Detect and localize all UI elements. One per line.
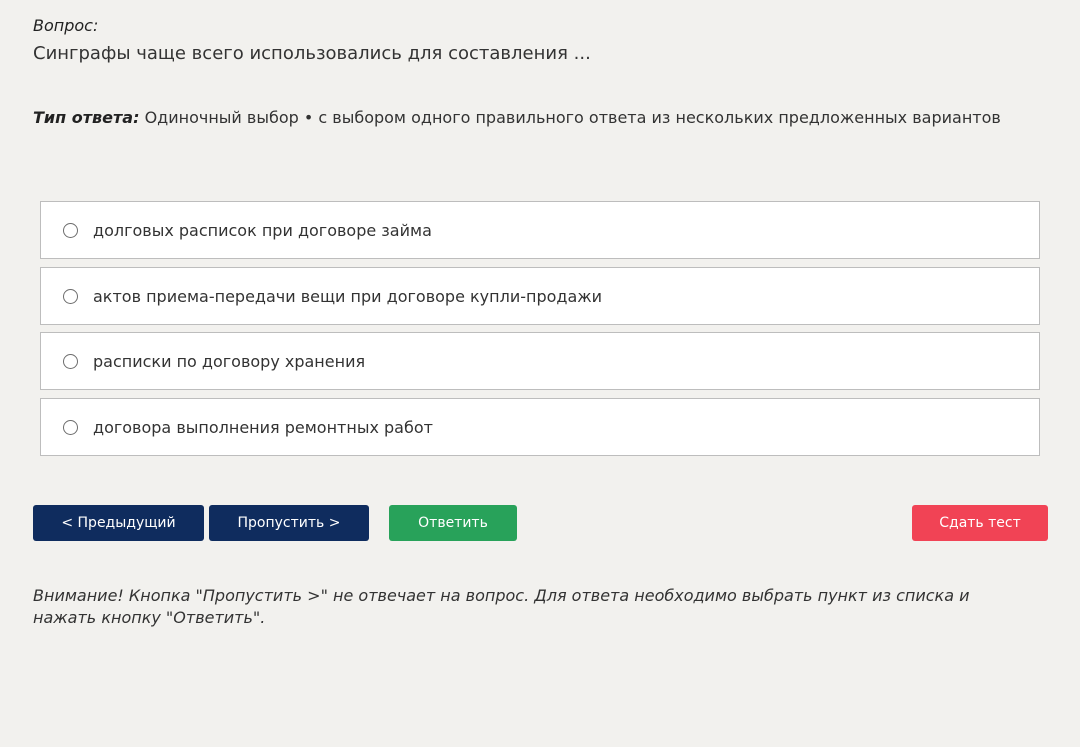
radio-button-icon[interactable] <box>63 223 78 238</box>
answer-option-4[interactable]: договора выполнения ремонтных работ <box>40 397 1040 456</box>
answer-button[interactable]: Ответить <box>389 505 517 541</box>
answer-type: Тип ответа: Одиночный выбор • с выбором … <box>33 108 1001 127</box>
answer-option-3[interactable]: расписки по договору хранения <box>40 332 1040 390</box>
answer-option-label: расписки по договору хранения <box>93 352 366 371</box>
submit-test-button[interactable]: Сдать тест <box>912 505 1048 541</box>
previous-button[interactable]: < Предыдущий <box>33 505 204 541</box>
answer-option-label: договора выполнения ремонтных работ <box>93 417 433 437</box>
answer-option-2[interactable]: актов приема-передачи вещи при договоре … <box>40 266 1040 325</box>
test-page: Вопрос: Синграфы чаще всего использовали… <box>0 0 1080 747</box>
skip-warning-notice: Внимание! Кнопка "Пропустить >" не отвеч… <box>33 586 970 627</box>
answer-type-value: Одиночный выбор • с выбором одного прави… <box>144 108 1001 127</box>
radio-button-icon[interactable] <box>63 354 78 369</box>
answer-option-label: актов приема-передачи вещи при договоре … <box>93 286 603 306</box>
radio-button-icon[interactable] <box>63 288 78 304</box>
answer-option-1[interactable]: долговых расписок при договоре займа <box>40 201 1040 259</box>
answer-options: долговых расписок при договоре займа акт… <box>40 201 1040 463</box>
answer-type-label: Тип ответа: <box>33 108 140 127</box>
question-text: Синграфы чаще всего использовались для с… <box>33 43 591 64</box>
answer-option-label: долговых расписок при договоре займа <box>93 221 432 240</box>
skip-button[interactable]: Пропустить > <box>209 505 369 541</box>
radio-button-icon[interactable] <box>63 419 78 435</box>
question-label: Вопрос: <box>33 16 99 35</box>
